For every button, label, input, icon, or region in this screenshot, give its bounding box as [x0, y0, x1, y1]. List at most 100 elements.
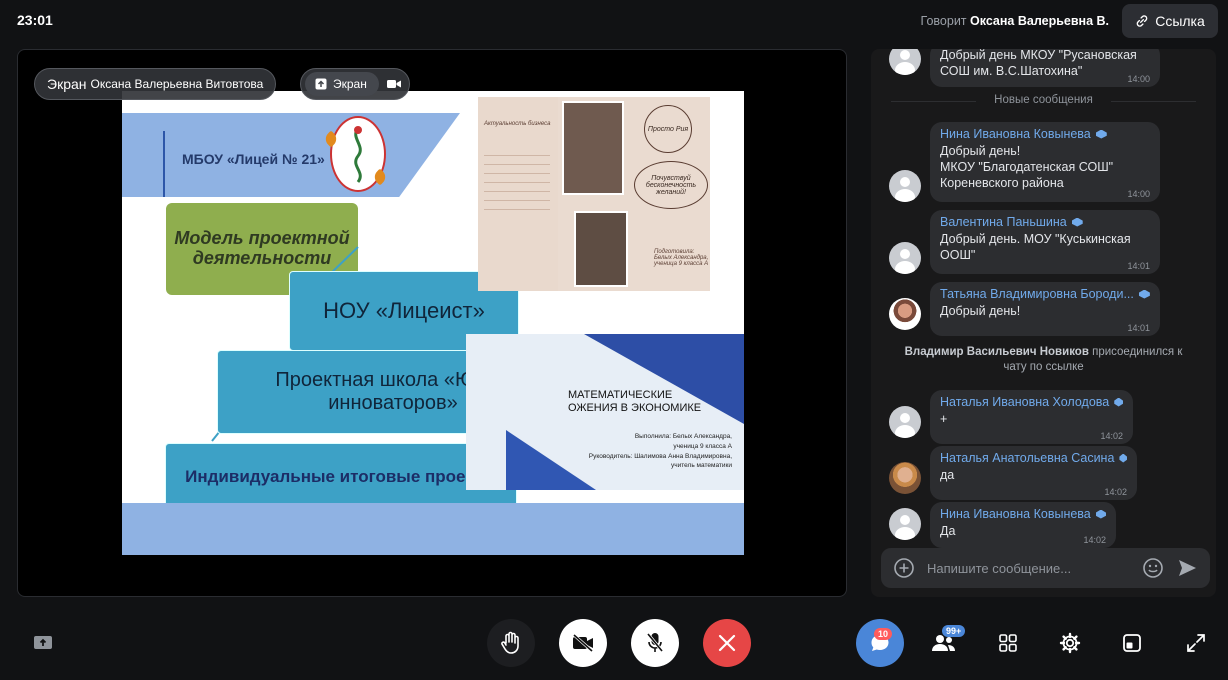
- avatar[interactable]: [889, 406, 921, 438]
- chat-toggle-button[interactable]: 10: [856, 619, 904, 667]
- slide-school-name: МБОУ «Лицей № 21»: [182, 151, 325, 167]
- layout-grid-button[interactable]: [993, 628, 1023, 658]
- message-author[interactable]: Наталья Ивановна Холодова: [940, 395, 1123, 409]
- camera-source-button[interactable]: [383, 72, 405, 96]
- screen-share-icon: [315, 78, 327, 90]
- cover-author-line: Руководитель: Шалимова Анна Владимировна…: [588, 452, 732, 460]
- camera-toggle-button[interactable]: [559, 619, 607, 667]
- share-screen-button[interactable]: [28, 628, 58, 658]
- microphone-toggle-button[interactable]: [631, 619, 679, 667]
- message-text: Добрый день МКОУ "Русановская СОШ им. В.…: [940, 49, 1137, 78]
- clock: 23:01: [17, 12, 53, 28]
- message-time: 14:00: [1127, 189, 1150, 199]
- message-author[interactable]: Нина Ивановна Ковынева: [940, 127, 1150, 141]
- message-author-name: Нина Ивановна Ковынева: [940, 507, 1091, 521]
- add-attachment-icon[interactable]: [893, 557, 915, 579]
- participants-button[interactable]: 99+: [929, 625, 966, 658]
- leave-call-button[interactable]: [703, 619, 751, 667]
- close-icon: [718, 634, 736, 652]
- message-text: Добрый день!: [940, 304, 1021, 318]
- microphone-off-icon: [646, 633, 664, 652]
- screen-share-icon: [34, 636, 52, 649]
- emoji-icon[interactable]: [1142, 557, 1164, 579]
- verified-icon: [1071, 217, 1083, 227]
- avatar[interactable]: [889, 298, 921, 330]
- message-time: 14:00: [1127, 74, 1150, 84]
- camera-off-icon: [573, 633, 593, 653]
- message-author[interactable]: Татьяна Владимировна Бороди...: [940, 287, 1150, 301]
- message-author-name: Валентина Паньшина: [940, 215, 1067, 229]
- participants-count-badge: 99+: [942, 625, 966, 637]
- slide-bottom-band: [122, 503, 744, 555]
- message-bubble: Валентина Паньшина Добрый день. МОУ "Кус…: [930, 210, 1160, 274]
- grid-icon: [999, 634, 1017, 652]
- message-input[interactable]: [927, 560, 1130, 576]
- poster-image: Актуальность бизнеса Просто Рия Почувств…: [478, 97, 710, 291]
- message-author[interactable]: Нина Ивановна Ковынева: [940, 507, 1106, 521]
- message-author-name: Нина Ивановна Ковынева: [940, 127, 1091, 141]
- verified-icon: [1138, 289, 1150, 299]
- verified-icon: [1095, 509, 1106, 519]
- expand-icon: [1187, 634, 1205, 652]
- message-text: Добрый день! МКОУ "Благодатенская СОШ" К…: [940, 144, 1114, 190]
- chat-message: Татьяна Владимировна Бороди... Добрый де…: [889, 282, 1160, 336]
- screen-source-button[interactable]: Экран: [305, 72, 379, 96]
- cover-author-line: ученица 9 класса А: [673, 442, 732, 450]
- raise-hand-button[interactable]: [487, 619, 535, 667]
- cover-author-line: учитель математики: [670, 462, 732, 470]
- fullscreen-button[interactable]: [1181, 628, 1211, 658]
- presenter-prefix: Экран: [47, 76, 87, 92]
- cover-shape: [506, 430, 596, 490]
- presenter-name: Оксана Валерьевна Витовтова: [90, 77, 264, 91]
- slide-box-individual-projects: Индивидуальные итоговые проекты: [165, 443, 517, 511]
- cover-author-line: Выполнила: Белых Александра,: [634, 433, 732, 440]
- system-user-name[interactable]: Владимир Васильевич Новиков: [905, 346, 1089, 358]
- stage-source-switcher: Экран: [300, 68, 410, 100]
- new-messages-divider: Новые сообщения: [891, 94, 1196, 106]
- chat-message: Наталья Анатольевна Сасина да 14:02: [889, 446, 1137, 500]
- cover-author: Выполнила: Белых Александра, ученица 9 к…: [589, 432, 732, 471]
- gear-icon: [1059, 632, 1081, 654]
- avatar[interactable]: [889, 170, 921, 202]
- message-bubble: Наталья Анатольевна Сасина да 14:02: [930, 446, 1137, 500]
- message-time: 14:01: [1127, 323, 1150, 333]
- copy-link-button[interactable]: Ссылка: [1122, 4, 1218, 38]
- message-text: +: [940, 412, 948, 426]
- avatar[interactable]: [889, 508, 921, 540]
- avatar[interactable]: [889, 49, 921, 75]
- speaking-prefix: Говорит: [920, 14, 967, 28]
- message-bubble: Нина Ивановна Ковынева Да 14:02: [930, 502, 1116, 548]
- message-time: 14:02: [1100, 431, 1123, 441]
- message-time: 14:02: [1104, 487, 1127, 497]
- picture-in-picture-button[interactable]: [1117, 628, 1147, 658]
- link-icon: [1136, 15, 1148, 27]
- presentation-slide: МБОУ «Лицей № 21» Модель проектной деяте…: [122, 91, 744, 555]
- system-join-message: Владимир Васильевич Новиков присоединилс…: [896, 345, 1191, 375]
- chat-message: Нина Ивановна Ковынева Да 14:02: [889, 502, 1116, 548]
- chat-panel[interactable]: Добрый день МКОУ "Русановская СОШ им. В.…: [871, 49, 1216, 597]
- poster-header: Актуальность бизнеса: [484, 121, 551, 127]
- verified-icon: [1114, 397, 1123, 407]
- project-cover-image: МАТЕМАТИЧЕСКИЕ ОЖЕНИЯ В ЭКОНОМИКЕ Выполн…: [466, 334, 744, 490]
- copy-link-label: Ссылка: [1155, 13, 1205, 29]
- message-time: 14:01: [1127, 261, 1150, 271]
- message-bubble: Наталья Ивановна Холодова + 14:02: [930, 390, 1133, 444]
- hand-icon: [501, 631, 519, 654]
- poster-logo: Просто Рия: [644, 105, 692, 153]
- presenter-label: Экран Оксана Валерьевна Витовтова: [34, 68, 277, 100]
- message-text: да: [940, 468, 955, 482]
- send-icon[interactable]: [1176, 557, 1198, 579]
- avatar[interactable]: [889, 242, 921, 274]
- message-author[interactable]: Наталья Анатольевна Сасина: [940, 451, 1127, 465]
- screen-source-label: Экран: [333, 77, 367, 91]
- chat-unread-badge: 10: [874, 628, 893, 640]
- screen-share-stage[interactable]: МБОУ «Лицей № 21» Модель проектной деяте…: [17, 49, 847, 597]
- cover-title: МАТЕМАТИЧЕСКИЕ ОЖЕНИЯ В ЭКОНОМИКЕ: [568, 389, 701, 415]
- settings-button[interactable]: [1055, 628, 1085, 658]
- message-bubble: Добрый день МКОУ "Русановская СОШ им. В.…: [930, 49, 1160, 87]
- cover-title-line: МАТЕМАТИЧЕСКИЕ: [568, 389, 673, 401]
- message-author[interactable]: Валентина Паньшина: [940, 215, 1150, 229]
- avatar[interactable]: [889, 462, 921, 494]
- poster-photo-baker: [562, 101, 624, 195]
- message-author-name: Наталья Ивановна Холодова: [940, 395, 1110, 409]
